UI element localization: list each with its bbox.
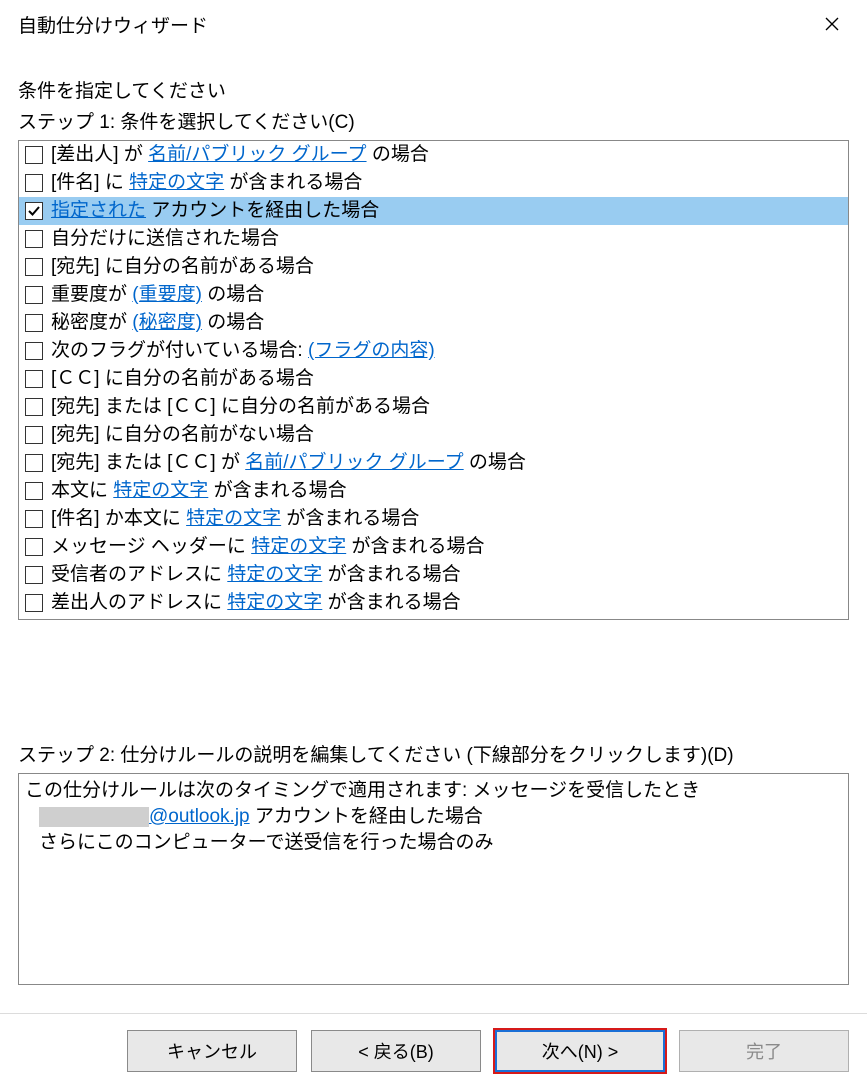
- condition-label: 秘密度が (秘密度) の場合: [51, 310, 264, 336]
- condition-row[interactable]: [差出人] が 名前/パブリック グループ の場合: [19, 141, 848, 169]
- redacted-account: [39, 807, 149, 827]
- condition-row[interactable]: [宛先] に自分の名前がない場合: [19, 421, 848, 449]
- condition-row[interactable]: 指定された アカウントを経由した場合: [19, 197, 848, 225]
- finish-button[interactable]: 完了: [679, 1030, 849, 1072]
- condition-label: 次のフラグが付いている場合: (フラグの内容): [51, 338, 435, 364]
- condition-label: [宛先] に自分の名前がない場合: [51, 422, 314, 448]
- condition-link[interactable]: 特定の文字: [227, 592, 322, 613]
- condition-row[interactable]: [宛先] に自分の名前がある場合: [19, 253, 848, 281]
- condition-row[interactable]: [件名] に 特定の文字 が含まれる場合: [19, 169, 848, 197]
- condition-checkbox[interactable]: [25, 482, 43, 500]
- account-link[interactable]: @outlook.jp: [149, 806, 250, 827]
- condition-row[interactable]: 受信者のアドレスに 特定の文字 が含まれる場合: [19, 561, 848, 589]
- condition-link[interactable]: 名前/パブリック グループ: [148, 144, 366, 165]
- condition-checkbox[interactable]: [25, 174, 43, 192]
- condition-link[interactable]: (重要度): [132, 284, 202, 305]
- description-line-3: さらにこのコンピューターで送受信を行った場合のみ: [39, 830, 842, 856]
- condition-label: 差出人のアドレスに 特定の文字 が含まれる場合: [51, 590, 461, 616]
- condition-checkbox[interactable]: [25, 258, 43, 276]
- condition-checkbox[interactable]: [25, 454, 43, 472]
- condition-checkbox[interactable]: [25, 314, 43, 332]
- condition-row[interactable]: 秘密度が (秘密度) の場合: [19, 309, 848, 337]
- check-icon: [28, 205, 40, 217]
- description-line-2: @outlook.jp アカウントを経由した場合: [39, 804, 842, 830]
- condition-row[interactable]: メッセージ ヘッダーに 特定の文字 が含まれる場合: [19, 533, 848, 561]
- condition-checkbox[interactable]: [25, 230, 43, 248]
- condition-row[interactable]: [宛先] または [ＣＣ] に自分の名前がある場合: [19, 393, 848, 421]
- next-button[interactable]: 次へ(N) >: [495, 1030, 665, 1072]
- condition-label: 自分だけに送信された場合: [51, 226, 279, 252]
- condition-link[interactable]: 特定の文字: [129, 172, 224, 193]
- condition-checkbox[interactable]: [25, 202, 43, 220]
- condition-checkbox[interactable]: [25, 510, 43, 528]
- condition-row[interactable]: 差出人のアドレスに 特定の文字 が含まれる場合: [19, 589, 848, 617]
- description-line-1: この仕分けルールは次のタイミングで適用されます: メッセージを受信したとき: [25, 778, 842, 804]
- condition-checkbox[interactable]: [25, 370, 43, 388]
- condition-checkbox[interactable]: [25, 538, 43, 556]
- condition-row[interactable]: [件名] か本文に 特定の文字 が含まれる場合: [19, 505, 848, 533]
- condition-row[interactable]: [宛先] または [ＣＣ] が 名前/パブリック グループ の場合: [19, 449, 848, 477]
- close-button[interactable]: [809, 8, 855, 40]
- button-row: キャンセル < 戻る(B) 次へ(N) > 完了: [0, 1014, 867, 1072]
- condition-checkbox[interactable]: [25, 426, 43, 444]
- instruction-text: 条件を指定してください: [18, 76, 849, 103]
- condition-label: 分類項目が (分類項目) の場合: [51, 618, 302, 620]
- condition-row[interactable]: 本文に 特定の文字 が含まれる場合: [19, 477, 848, 505]
- condition-row[interactable]: 重要度が (重要度) の場合: [19, 281, 848, 309]
- condition-label: [宛先] または [ＣＣ] に自分の名前がある場合: [51, 394, 430, 420]
- condition-link[interactable]: 特定の文字: [186, 508, 281, 529]
- condition-label: [宛先] または [ＣＣ] が 名前/パブリック グループ の場合: [51, 450, 526, 476]
- titlebar: 自動仕分けウィザード: [0, 0, 867, 48]
- condition-link[interactable]: 指定された: [51, 200, 146, 221]
- condition-checkbox[interactable]: [25, 286, 43, 304]
- step2-label: ステップ 2: 仕分けルールの説明を編集してください (下線部分をクリックします…: [18, 740, 849, 767]
- step1-label: ステップ 1: 条件を選択してください(C): [18, 107, 849, 134]
- condition-label: [件名] か本文に 特定の文字 が含まれる場合: [51, 506, 419, 532]
- condition-link[interactable]: (秘密度): [132, 312, 202, 333]
- condition-row[interactable]: 自分だけに送信された場合: [19, 225, 848, 253]
- condition-checkbox[interactable]: [25, 398, 43, 416]
- back-button[interactable]: < 戻る(B): [311, 1030, 481, 1072]
- condition-checkbox[interactable]: [25, 146, 43, 164]
- condition-label: [件名] に 特定の文字 が含まれる場合: [51, 170, 362, 196]
- condition-label: 重要度が (重要度) の場合: [51, 282, 264, 308]
- condition-label: 受信者のアドレスに 特定の文字 が含まれる場合: [51, 562, 461, 588]
- window-title: 自動仕分けウィザード: [18, 11, 208, 38]
- condition-label: [宛先] に自分の名前がある場合: [51, 254, 314, 280]
- close-icon: [825, 17, 839, 31]
- condition-row[interactable]: 次のフラグが付いている場合: (フラグの内容): [19, 337, 848, 365]
- condition-checkbox[interactable]: [25, 342, 43, 360]
- condition-label: [差出人] が 名前/パブリック グループ の場合: [51, 142, 429, 168]
- description-line-2-suffix: アカウントを経由した場合: [250, 806, 483, 827]
- condition-link[interactable]: (フラグの内容): [308, 340, 435, 361]
- condition-link[interactable]: 特定の文字: [251, 536, 346, 557]
- condition-label: メッセージ ヘッダーに 特定の文字 が含まれる場合: [51, 534, 484, 560]
- condition-checkbox[interactable]: [25, 594, 43, 612]
- condition-label: [ＣＣ] に自分の名前がある場合: [51, 366, 314, 392]
- condition-checkbox[interactable]: [25, 566, 43, 584]
- cancel-button[interactable]: キャンセル: [127, 1030, 297, 1072]
- condition-row[interactable]: 分類項目が (分類項目) の場合: [19, 617, 848, 620]
- rule-description-box[interactable]: この仕分けルールは次のタイミングで適用されます: メッセージを受信したとき @o…: [18, 773, 849, 985]
- condition-row[interactable]: [ＣＣ] に自分の名前がある場合: [19, 365, 848, 393]
- condition-link[interactable]: 特定の文字: [227, 564, 322, 585]
- conditions-listbox[interactable]: [差出人] が 名前/パブリック グループ の場合[件名] に 特定の文字 が含…: [18, 140, 849, 620]
- condition-label: 指定された アカウントを経由した場合: [51, 198, 379, 224]
- condition-label: 本文に 特定の文字 が含まれる場合: [51, 478, 347, 504]
- condition-link[interactable]: 特定の文字: [113, 480, 208, 501]
- condition-link[interactable]: 名前/パブリック グループ: [245, 452, 463, 473]
